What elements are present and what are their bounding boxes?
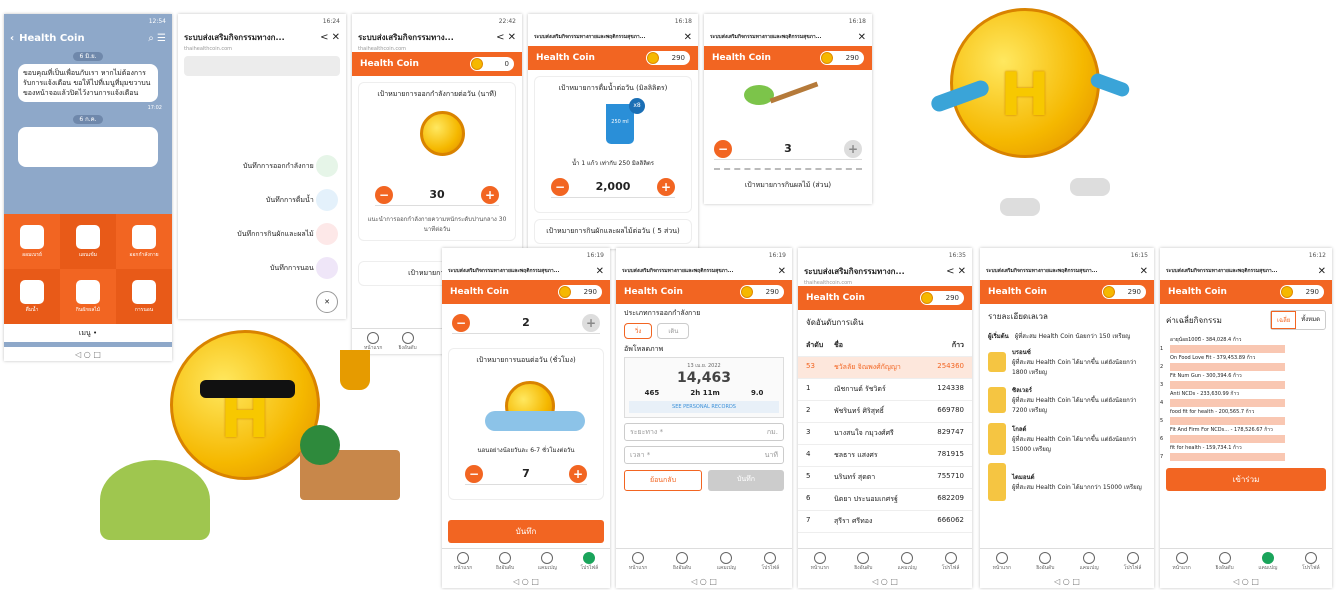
- team-bar: [1170, 345, 1285, 353]
- ranking-row: 53 ชวัลลัย จิณพงศ์กัญญา 254360: [798, 357, 972, 379]
- team-label: Fit Num Gun - 300,394.6 ก้าว: [1170, 373, 1242, 379]
- walk-chip[interactable]: เดิน: [657, 323, 690, 339]
- fruit-stepper[interactable]: −3 +: [714, 138, 862, 160]
- date-chip-2: 6 ก.ค.: [73, 115, 103, 124]
- team-bar: [1170, 381, 1285, 389]
- ranking-row: 4 ชลธาร แสงศร 781915: [798, 445, 972, 467]
- goal-title: เป้าหมายการออกกำลังกายต่อวัน (นาที): [377, 90, 497, 98]
- distance-input[interactable]: ระยะทาง * กม.: [624, 423, 784, 441]
- run-chip[interactable]: วิ่ง: [624, 323, 653, 339]
- goal-title: เป้าหมายการนอนต่อวัน (ชั่วโมง): [476, 356, 576, 364]
- back-button[interactable]: ย้อนกลับ: [624, 470, 702, 491]
- back-icon[interactable]: ‹: [10, 33, 14, 44]
- coin-jar-icon: [988, 387, 1006, 413]
- team-label: อายุน้อย100ปี - 384,028.4 ก้าว: [1170, 337, 1242, 343]
- level-row: บรอนซ์ ผู้ที่สะสม Health Coin ได้มากขึ้น …: [980, 343, 1154, 381]
- time-input[interactable]: เวลา * นาที: [624, 446, 784, 464]
- ranking-row: 2 พัชรินทร์ ศิริสุทธิ์ 669780: [798, 401, 972, 423]
- level-details-screen: 16:15 ระบบส่งเสริมกิจกรรมทางกายและพฤติกร…: [980, 248, 1154, 588]
- msg-time: 17:02: [147, 105, 162, 111]
- team-label: Anti NCDs - 233,630.99 ก้าว: [1170, 391, 1240, 397]
- log-water-item[interactable]: บันทึกการดื่มน้ำ: [237, 183, 338, 217]
- save-button[interactable]: บันทึก: [708, 470, 784, 491]
- chat-image-message: [18, 127, 158, 167]
- team-bar: [1170, 417, 1285, 425]
- level-row: ซิลเวอร์ ผู้ที่สะสม Health Coin ได้มากขึ้…: [980, 381, 1154, 419]
- coin-jar-icon: [988, 463, 1006, 501]
- ranking-row: 5 นรินทร์ สุดตา 755710: [798, 467, 972, 489]
- plus-button[interactable]: +: [481, 185, 499, 204]
- coin-badge: 0: [470, 57, 514, 71]
- minus-button[interactable]: −: [375, 185, 393, 204]
- mascot-trophy-illustration: H: [100, 300, 440, 590]
- rich-menu-item[interactable]: ออมเบรย์: [4, 214, 60, 269]
- log-exercise-item[interactable]: บันทึกการออกกำลังกาย: [237, 149, 338, 183]
- rich-menu-item[interactable]: ดื่มน้ำ: [4, 269, 60, 324]
- team-bar: [1170, 363, 1285, 371]
- team-bar: [1170, 399, 1285, 407]
- team-label: Fit And Firm For NCDs... - 178,526.67 ก้…: [1170, 427, 1273, 433]
- level-row: โกลด์ ผู้ที่สะสม Health Coin ได้มากขึ้น แ…: [980, 419, 1154, 459]
- spoon-image: [704, 70, 872, 130]
- join-button[interactable]: เข้าร่วม: [1166, 468, 1326, 491]
- team-label: On Food Love Fit - 379,453.89 ก้าว: [1170, 355, 1256, 361]
- date-chip: 6 มิ.ย.: [73, 52, 103, 61]
- app-title: Health Coin: [360, 59, 419, 69]
- mascot-running-illustration: H: [900, 8, 1132, 238]
- sleep-goal-screen: 16:19 ระบบส่งเสริมกิจกรรมทางกายและพฤติกร…: [442, 248, 610, 588]
- log-sleep-item[interactable]: บันทึกการนอน: [237, 251, 338, 285]
- mascot-image: [365, 106, 509, 176]
- rich-menu-item[interactable]: ออกกำลังกาย: [116, 214, 172, 269]
- team-bar: [1170, 435, 1285, 443]
- sleep-stepper[interactable]: −7 +: [465, 463, 587, 485]
- log-menu-screen: 16:24 ระบบส่งเสริมกิจกรรมทางก... < ✕ thai…: [178, 14, 346, 319]
- close-icon[interactable]: < ✕: [320, 32, 340, 43]
- sleeping-mascot-image: [455, 366, 597, 441]
- minute-stepper[interactable]: −30 +: [375, 184, 499, 206]
- tab-all[interactable]: ทั้งหมด: [1296, 311, 1325, 329]
- walk-ranking-screen: 16:35 ระบบส่งเสริมกิจกรรมทางก... < ✕ thai…: [798, 248, 972, 588]
- goal-title: เป้าหมายการดื่มน้ำต่อวัน (มิลลิลิตร): [558, 84, 668, 92]
- water-goal-screen: 16:18 ระบบส่งเสริมกิจกรรมทางกายและพฤติกร…: [528, 14, 698, 249]
- team-label: food fit for health - 200,565.7 ก้าว: [1170, 409, 1255, 415]
- team-bar: [1170, 453, 1285, 461]
- ranking-heading: จัดอันดับการเดิน: [806, 318, 864, 327]
- rich-menu-item[interactable]: แผนเข้ม: [60, 214, 116, 269]
- status-time: 12:54: [148, 17, 166, 25]
- ranking-row: 6 นิตยา ประนอมเกศรฐ์ 682209: [798, 489, 972, 511]
- log-fruit-item[interactable]: บันทึกการกินผักและผลไม้: [237, 217, 338, 251]
- ranking-row: 7 สุรีรา ศรีทอง 666062: [798, 511, 972, 533]
- exercise-log-screen: 16:19 ระบบส่งเสริมกิจกรรมทางกายและพฤติกร…: [616, 248, 792, 588]
- tab-average[interactable]: เฉลี่ย: [1270, 311, 1297, 329]
- previous-stepper[interactable]: −2 +: [452, 312, 600, 334]
- water-stepper[interactable]: −2,000 +: [551, 176, 675, 198]
- chat-message: ขอบคุณที่เป็นเพื่อนกับเรา หากไม่ต้องการร…: [18, 64, 158, 102]
- team-label: fit for health - 159,734.1 ก้าว: [1170, 445, 1242, 451]
- coin-jar-icon: [988, 423, 1006, 455]
- activity-average-screen: 16:12 ระบบส่งเสริมกิจกรรมทางกายและพฤติกร…: [1160, 248, 1332, 588]
- search-icon[interactable]: ⌕ ☰: [148, 33, 166, 44]
- level-row: ไดมอนด์ ผู้ที่สะสม Health Coin ได้มากกว่า…: [980, 459, 1154, 505]
- coin-jar-icon: [988, 352, 1006, 372]
- ranking-row: 3 นางสนใจ กมุวงศ์ศรี 829747: [798, 423, 972, 445]
- close-icon[interactable]: < ✕: [496, 32, 516, 43]
- save-button[interactable]: บันทึก: [448, 520, 604, 543]
- level-heading: รายละเอียดเลเวล: [988, 312, 1048, 321]
- uploaded-image: 13 เม.ย. 2022 14,463 465 2h 11m 9.0 SEE PE…: [624, 357, 784, 418]
- glass-image: 250 ml x8: [541, 94, 685, 154]
- fruit-goal-screen: 16:18 ระบบส่งเสริมกิจกรรมทางกายและพฤติกร…: [704, 14, 872, 204]
- ranking-row: 1 ณัชกานต์ รัชวิตร์ 124338: [798, 379, 972, 401]
- chat-title: Health Coin: [19, 32, 85, 44]
- browser-title: ระบบส่งเสริมกิจกรรมทางก...: [184, 32, 285, 42]
